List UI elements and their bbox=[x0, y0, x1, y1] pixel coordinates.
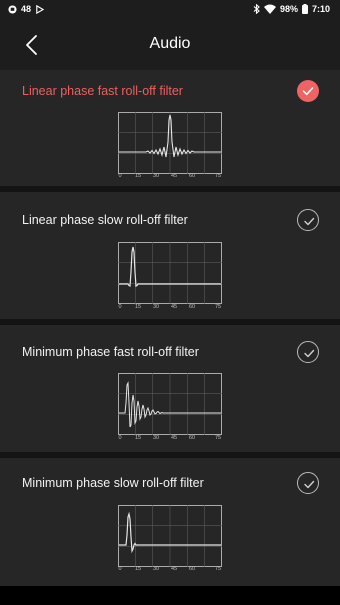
graph-axis-ticks: 0 15 30 45 60 75 bbox=[118, 173, 222, 179]
graph-axis-ticks: 0 15 30 45 60 75 bbox=[118, 566, 222, 572]
filter-label: Minimum phase fast roll-off filter bbox=[22, 345, 199, 359]
filter-option-linear-fast[interactable]: Linear phase fast roll-off filter 0 15 30… bbox=[0, 70, 340, 186]
filter-label: Linear phase fast roll-off filter bbox=[22, 84, 183, 98]
filter-impulse-graph bbox=[118, 505, 222, 567]
filter-option-minimum-fast[interactable]: Minimum phase fast roll-off filter 0 15 3… bbox=[0, 325, 340, 452]
notification-count: 48 bbox=[21, 4, 32, 14]
page-title: Audio bbox=[149, 35, 191, 52]
filter-label: Minimum phase slow roll-off filter bbox=[22, 476, 204, 490]
filter-impulse-graph bbox=[118, 373, 222, 435]
wifi-icon bbox=[263, 4, 276, 14]
filter-option-linear-slow[interactable]: Linear phase slow roll-off filter 0 15 30… bbox=[0, 192, 340, 319]
graph-axis-ticks: 0 15 30 45 60 75 bbox=[118, 435, 222, 441]
clock: 7:10 bbox=[311, 4, 330, 14]
battery-level: 98% bbox=[279, 4, 298, 14]
filter-option-minimum-slow[interactable]: Minimum phase slow roll-off filter 0 15 3… bbox=[0, 458, 340, 586]
filter-impulse-graph bbox=[118, 242, 222, 304]
check-icon[interactable] bbox=[297, 341, 319, 363]
bluetooth-icon bbox=[253, 4, 260, 14]
check-icon-selected[interactable] bbox=[297, 80, 319, 102]
battery-icon bbox=[301, 4, 308, 14]
play-icon bbox=[35, 4, 45, 14]
check-icon[interactable] bbox=[297, 209, 319, 231]
notification-icon bbox=[8, 4, 17, 14]
graph-axis-ticks: 0 15 30 45 60 75 bbox=[118, 304, 222, 310]
app-bar: Audio bbox=[0, 20, 340, 70]
filter-impulse-graph bbox=[118, 112, 222, 174]
status-bar: 48 98% 7:10 bbox=[0, 0, 340, 20]
check-icon[interactable] bbox=[297, 472, 319, 494]
filter-label: Linear phase slow roll-off filter bbox=[22, 213, 188, 227]
navigation-bar bbox=[0, 586, 340, 605]
